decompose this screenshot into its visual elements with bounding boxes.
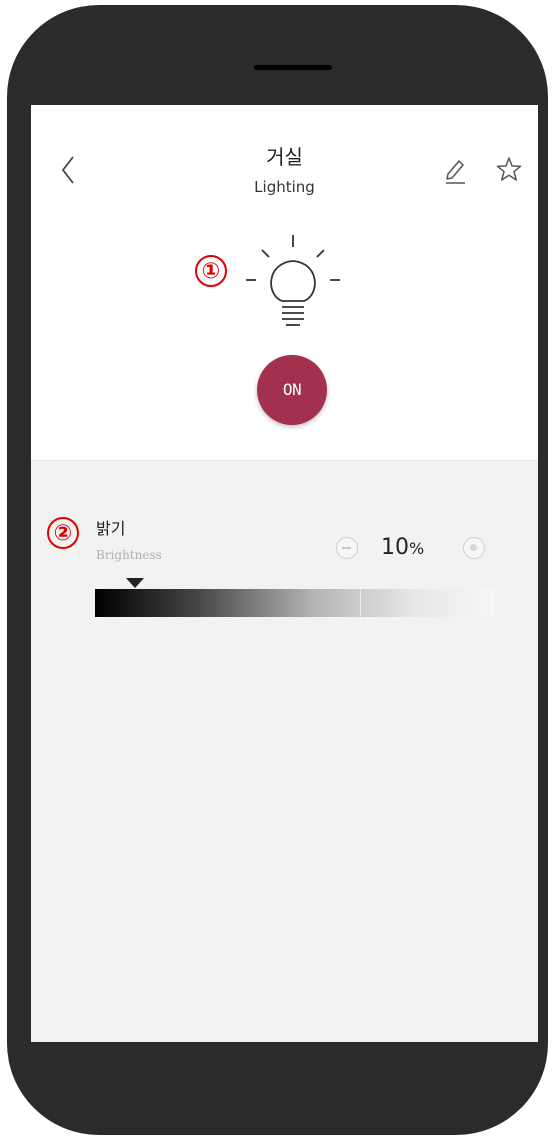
- brightness-value-unit: %: [409, 539, 425, 558]
- favorite-button[interactable]: [495, 155, 523, 183]
- brightness-decrease-button[interactable]: [336, 537, 358, 559]
- annotation-marker-2: ②: [47, 517, 79, 549]
- app-screen: 거실 Lighting ① ON ② 밝기 Brightness 10%: [31, 105, 538, 1042]
- slider-segment-divider: [360, 589, 361, 617]
- power-toggle-button[interactable]: ON: [257, 355, 327, 425]
- device-header-panel: 거실 Lighting ① ON: [31, 105, 538, 461]
- brightness-slider-handle[interactable]: [126, 578, 144, 588]
- light-bulb-icon: [238, 233, 348, 337]
- brightness-increase-button[interactable]: [463, 537, 485, 559]
- edit-button[interactable]: [443, 155, 469, 185]
- brightness-value-number: 10: [381, 535, 409, 560]
- brightness-slider-track[interactable]: [95, 589, 495, 617]
- star-icon: [496, 157, 522, 181]
- brightness-label: 밝기: [96, 519, 126, 538]
- phone-frame: 거실 Lighting ① ON ② 밝기 Brightness 10%: [7, 5, 548, 1135]
- pencil-icon: [446, 160, 465, 184]
- phone-speaker: [254, 65, 332, 70]
- brightness-sublabel: Brightness: [96, 548, 162, 562]
- brightness-value: 10%: [381, 535, 424, 560]
- annotation-marker-1: ①: [195, 255, 227, 287]
